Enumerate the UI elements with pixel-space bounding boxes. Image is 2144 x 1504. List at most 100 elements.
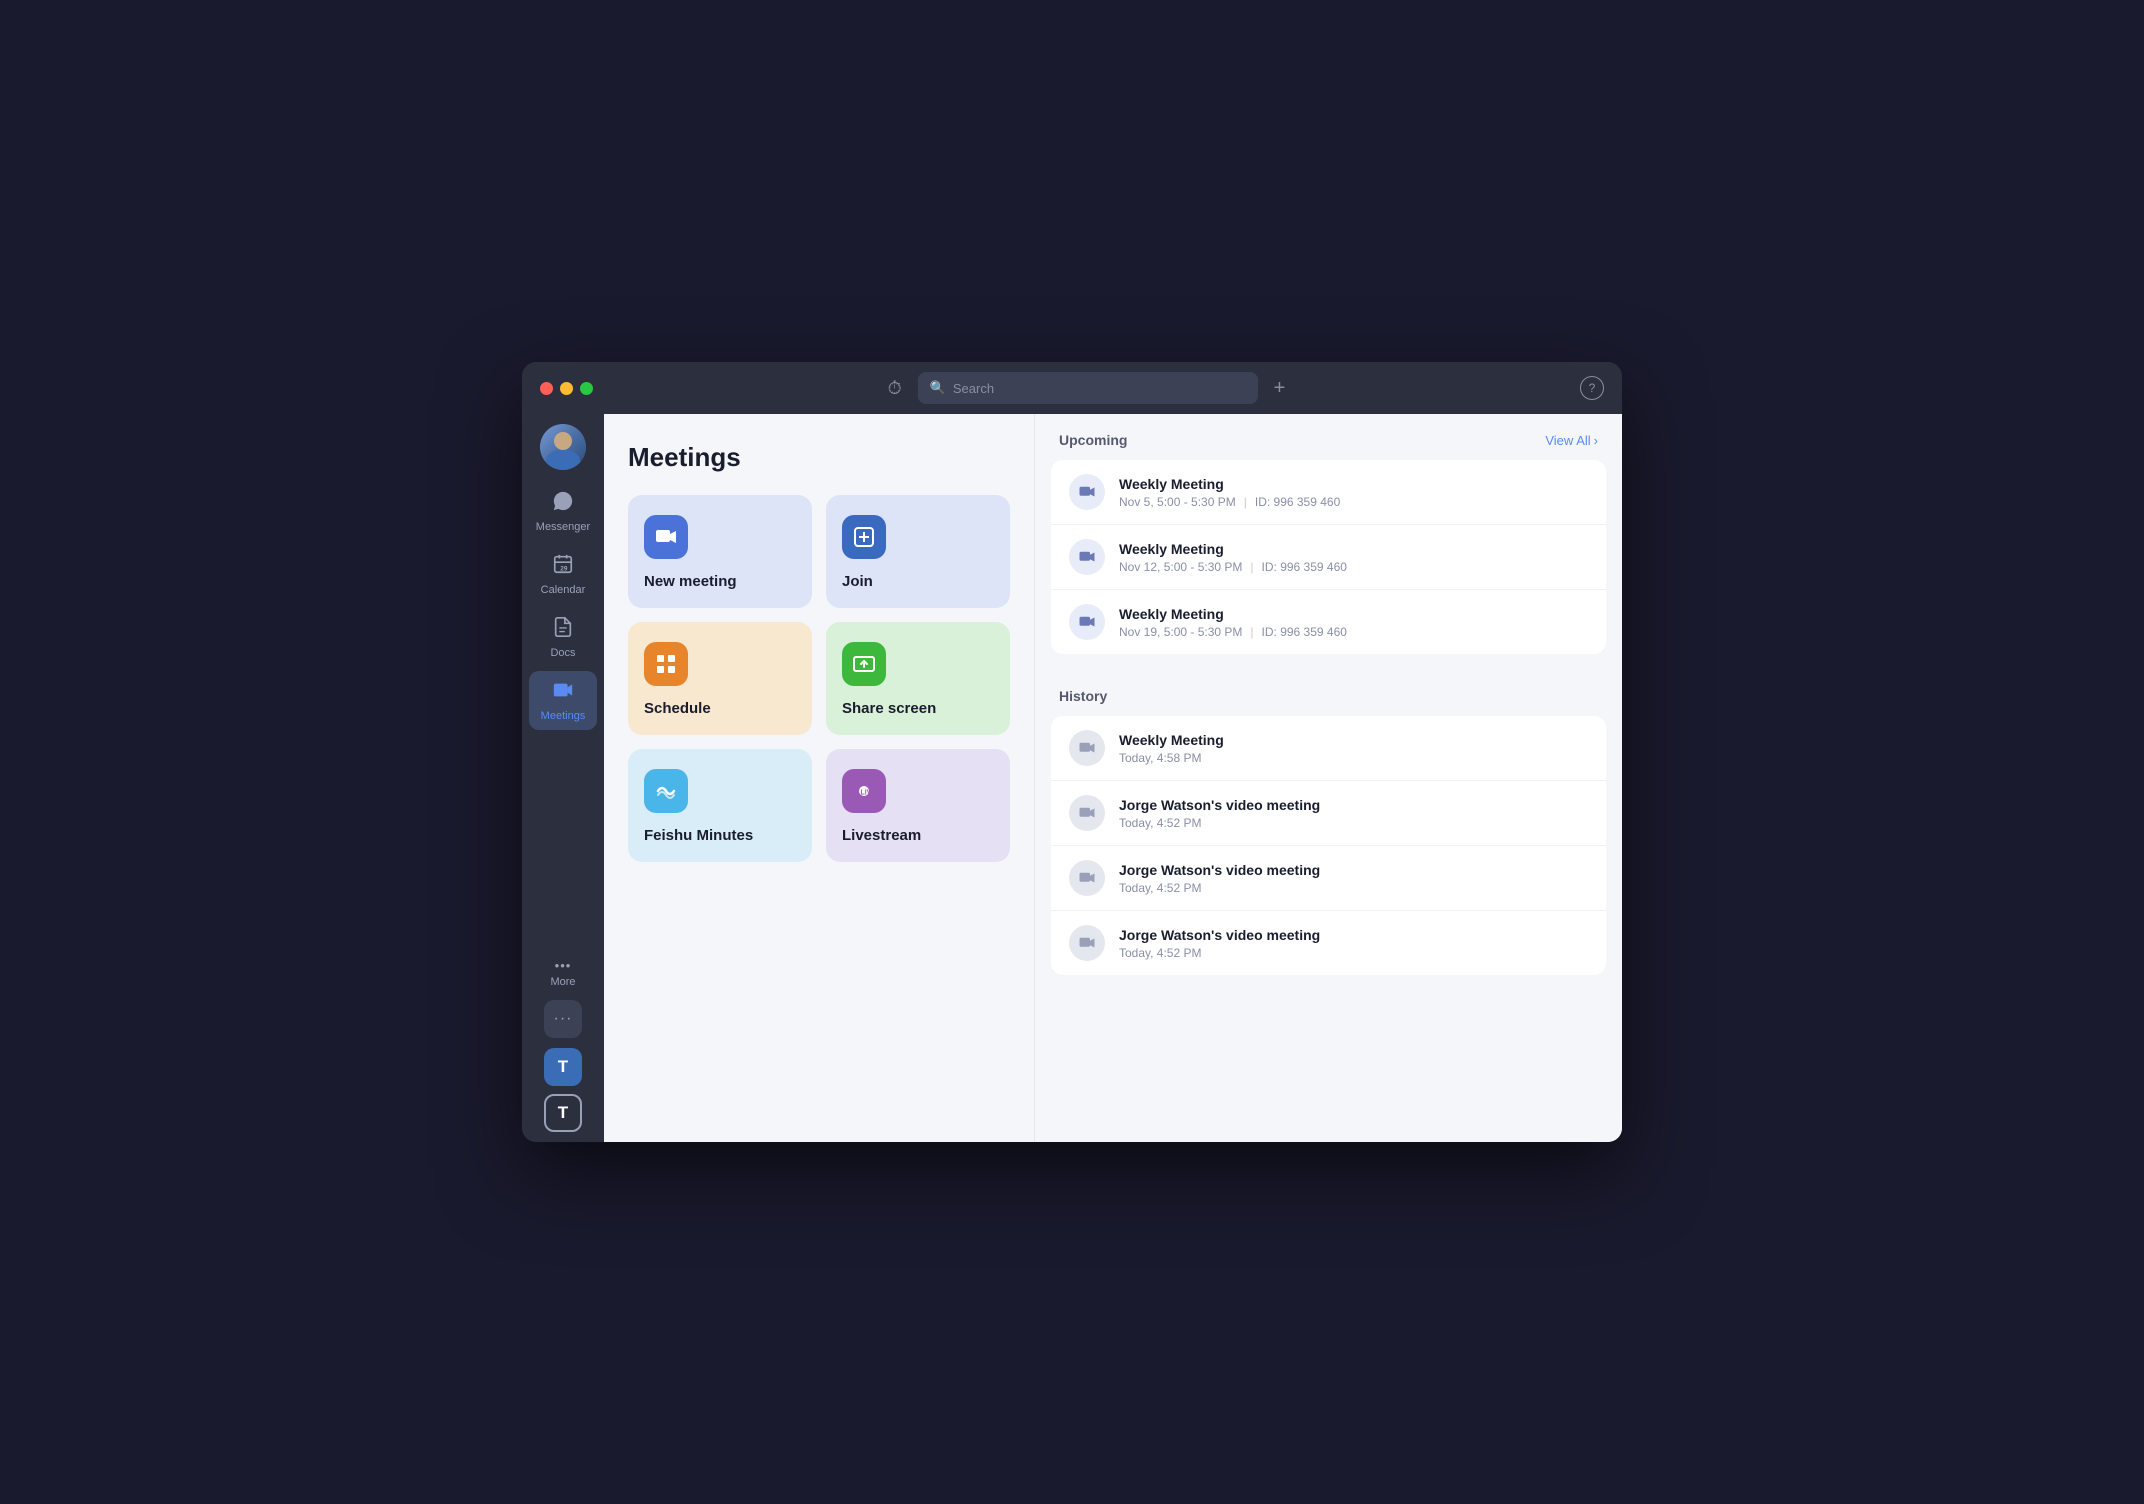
- meeting-name: Jorge Watson's video meeting: [1119, 797, 1588, 813]
- history-meetings-list: Weekly Meeting Today, 4:58 PM: [1051, 716, 1606, 975]
- minimize-button[interactable]: [560, 382, 573, 395]
- meeting-time: Today, 4:52 PM: [1119, 946, 1202, 960]
- sidebar-item-calendar[interactable]: 29 Calendar: [529, 545, 597, 604]
- main-layout: Messenger 29 Calendar: [522, 414, 1622, 1142]
- feishu-minutes-label: Feishu Minutes: [644, 827, 796, 844]
- meeting-meta: Nov 19, 5:00 - 5:30 PM | ID: 996 359 460: [1119, 625, 1588, 639]
- feishu-minutes-tile[interactable]: Feishu Minutes: [628, 749, 812, 862]
- title-bar: ⏱ 🔍 Search + ?: [522, 362, 1622, 414]
- history-meeting-item[interactable]: Jorge Watson's video meeting Today, 4:52…: [1051, 781, 1606, 846]
- sidebar-item-meetings[interactable]: Meetings: [529, 671, 597, 730]
- meeting-time: Today, 4:58 PM: [1119, 751, 1202, 765]
- meeting-name: Weekly Meeting: [1119, 541, 1588, 557]
- share-screen-tile[interactable]: Share screen: [826, 622, 1010, 735]
- upcoming-meetings-list: Weekly Meeting Nov 5, 5:00 - 5:30 PM | I…: [1051, 460, 1606, 654]
- livestream-tile[interactable]: LIVE Livestream: [826, 749, 1010, 862]
- sidebar-t-blue-button[interactable]: T: [544, 1048, 582, 1086]
- meeting-avatar: [1069, 474, 1105, 510]
- history-section-header: History: [1035, 670, 1622, 716]
- join-tile[interactable]: Join: [826, 495, 1010, 608]
- traffic-lights: [540, 382, 593, 395]
- meeting-meta: Today, 4:58 PM: [1119, 751, 1588, 765]
- meeting-meta: Nov 5, 5:00 - 5:30 PM | ID: 996 359 460: [1119, 495, 1588, 509]
- meeting-avatar: [1069, 539, 1105, 575]
- svg-text:LIVE: LIVE: [861, 790, 877, 797]
- history-meeting-item[interactable]: Jorge Watson's video meeting Today, 4:52…: [1051, 846, 1606, 911]
- sidebar-t-outlined-button[interactable]: T: [544, 1094, 582, 1132]
- new-meeting-tile[interactable]: New meeting: [628, 495, 812, 608]
- search-icon: 🔍: [930, 380, 946, 396]
- new-meeting-icon-wrap: [644, 515, 688, 559]
- history-meeting-item[interactable]: Weekly Meeting Today, 4:58 PM: [1051, 716, 1606, 781]
- share-screen-label: Share screen: [842, 700, 994, 717]
- chevron-right-icon: ›: [1594, 433, 1598, 448]
- meeting-avatar: [1069, 860, 1105, 896]
- right-panel: Upcoming View All ›: [1034, 414, 1622, 1142]
- meeting-info: Weekly Meeting Nov 19, 5:00 - 5:30 PM | …: [1119, 606, 1588, 639]
- meeting-avatar: [1069, 604, 1105, 640]
- meeting-id: ID: 996 359 460: [1262, 625, 1347, 639]
- meeting-time: Nov 12, 5:00 - 5:30 PM: [1119, 560, 1242, 574]
- content-area: Meetings New meeting: [604, 414, 1622, 1142]
- meta-separator: |: [1250, 625, 1253, 639]
- t-outlined-label: T: [558, 1103, 568, 1123]
- dots-icon: ···: [554, 1010, 573, 1028]
- avatar[interactable]: [540, 424, 586, 470]
- meeting-time: Today, 4:52 PM: [1119, 881, 1202, 895]
- add-button[interactable]: +: [1274, 377, 1286, 400]
- meta-separator: |: [1244, 495, 1247, 509]
- schedule-label: Schedule: [644, 700, 796, 717]
- meeting-info: Weekly Meeting Nov 12, 5:00 - 5:30 PM | …: [1119, 541, 1588, 574]
- schedule-icon-wrap: [644, 642, 688, 686]
- history-meeting-item[interactable]: Jorge Watson's video meeting Today, 4:52…: [1051, 911, 1606, 975]
- calendar-icon: 29: [552, 553, 574, 581]
- join-label: Join: [842, 573, 994, 590]
- meeting-meta: Today, 4:52 PM: [1119, 881, 1588, 895]
- schedule-tile[interactable]: Schedule: [628, 622, 812, 735]
- meeting-info: Jorge Watson's video meeting Today, 4:52…: [1119, 927, 1588, 960]
- meeting-time: Nov 19, 5:00 - 5:30 PM: [1119, 625, 1242, 639]
- history-section: History Weekly Meeting: [1035, 670, 1622, 975]
- livestream-icon-wrap: LIVE: [842, 769, 886, 813]
- meeting-info: Weekly Meeting Nov 5, 5:00 - 5:30 PM | I…: [1119, 476, 1588, 509]
- meeting-info: Jorge Watson's video meeting Today, 4:52…: [1119, 797, 1588, 830]
- meeting-info: Jorge Watson's video meeting Today, 4:52…: [1119, 862, 1588, 895]
- sidebar-item-more[interactable]: ••• More: [529, 950, 597, 996]
- sidebar-item-messenger[interactable]: Messenger: [529, 482, 597, 541]
- search-placeholder: Search: [953, 381, 994, 396]
- help-button[interactable]: ?: [1580, 376, 1604, 400]
- join-icon-wrap: [842, 515, 886, 559]
- view-all-button[interactable]: View All ›: [1545, 433, 1598, 448]
- history-title: History: [1059, 688, 1107, 704]
- meeting-name: Weekly Meeting: [1119, 606, 1588, 622]
- meeting-name: Weekly Meeting: [1119, 476, 1588, 492]
- meta-separator: |: [1250, 560, 1253, 574]
- maximize-button[interactable]: [580, 382, 593, 395]
- view-all-label: View All: [1545, 433, 1590, 448]
- meeting-avatar: [1069, 730, 1105, 766]
- share-screen-icon-wrap: [842, 642, 886, 686]
- upcoming-section-header: Upcoming View All ›: [1035, 414, 1622, 460]
- meeting-avatar: [1069, 925, 1105, 961]
- close-button[interactable]: [540, 382, 553, 395]
- feishu-minutes-icon-wrap: [644, 769, 688, 813]
- meeting-id: ID: 996 359 460: [1255, 495, 1340, 509]
- search-bar[interactable]: 🔍 Search: [918, 372, 1258, 404]
- t-blue-label: T: [558, 1057, 568, 1077]
- upcoming-meeting-item[interactable]: Weekly Meeting Nov 19, 5:00 - 5:30 PM | …: [1051, 590, 1606, 654]
- upcoming-title: Upcoming: [1059, 432, 1127, 448]
- app-window: ⏱ 🔍 Search + ? Messenger: [522, 362, 1622, 1142]
- upcoming-meeting-item[interactable]: Weekly Meeting Nov 5, 5:00 - 5:30 PM | I…: [1051, 460, 1606, 525]
- meeting-time: Today, 4:52 PM: [1119, 816, 1202, 830]
- meeting-meta: Nov 12, 5:00 - 5:30 PM | ID: 996 359 460: [1119, 560, 1588, 574]
- sidebar-dots-button[interactable]: ···: [544, 1000, 582, 1038]
- sidebar-item-docs[interactable]: Docs: [529, 608, 597, 667]
- new-meeting-label: New meeting: [644, 573, 796, 590]
- meeting-name: Jorge Watson's video meeting: [1119, 862, 1588, 878]
- meeting-time: Nov 5, 5:00 - 5:30 PM: [1119, 495, 1236, 509]
- sidebar: Messenger 29 Calendar: [522, 414, 604, 1142]
- history-button[interactable]: ⏱: [888, 378, 902, 399]
- more-icon: •••: [555, 958, 572, 973]
- upcoming-meeting-item[interactable]: Weekly Meeting Nov 12, 5:00 - 5:30 PM | …: [1051, 525, 1606, 590]
- sidebar-more-label: More: [550, 976, 575, 988]
